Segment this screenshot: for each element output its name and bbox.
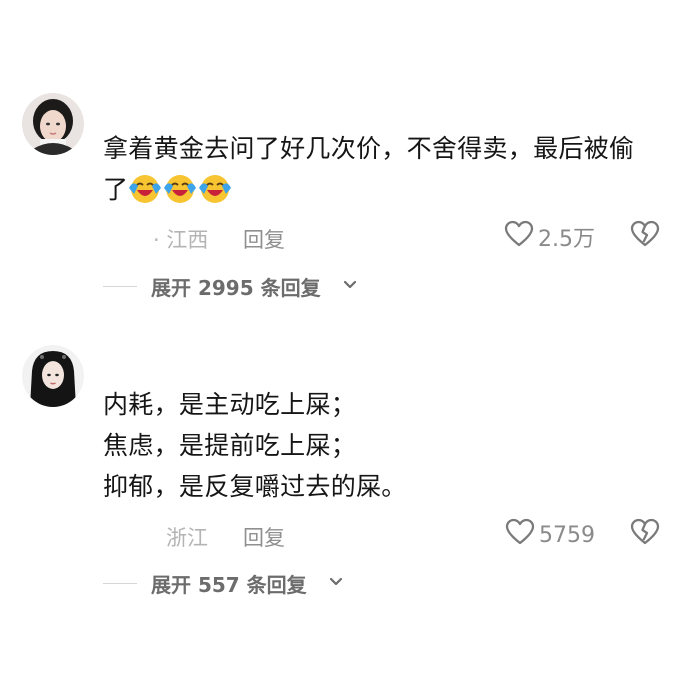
expand-replies-label: 展开 557 条回复 bbox=[151, 573, 307, 597]
location-label: · 江西 bbox=[153, 228, 209, 252]
comment-text-line: 拿着黄金去问了好几次价，不舍得卖，最后被偷 bbox=[103, 134, 635, 163]
broken-heart-icon bbox=[630, 518, 660, 551]
comment-item: 内耗，是主动吃上屎； 焦虑，是提前吃上屎； 抑郁，是反复嚼过去的屎。 浙江 回复… bbox=[0, 320, 690, 690]
comment-item: 拿着黄金去问了好几次价，不舍得卖，最后被偷 了 · 江西 回复 2.5万 展开 … bbox=[0, 0, 690, 320]
chevron-down-icon bbox=[343, 274, 357, 301]
emoji-group bbox=[128, 172, 232, 204]
crying-laugh-emoji-icon bbox=[163, 172, 197, 204]
avatar[interactable] bbox=[22, 93, 84, 155]
expand-replies-label: 展开 2995 条回复 bbox=[151, 276, 321, 300]
comment-meta: · 江西 回复 2.5万 bbox=[103, 220, 660, 254]
broken-heart-icon bbox=[630, 220, 660, 253]
expand-replies-button[interactable]: 展开 2995 条回复 bbox=[103, 271, 383, 301]
crying-laugh-emoji-icon bbox=[198, 172, 232, 204]
comment-text-line: 了 bbox=[103, 169, 673, 210]
chevron-down-icon bbox=[329, 571, 343, 598]
location-label: 浙江 bbox=[166, 526, 208, 550]
divider-dash bbox=[103, 583, 137, 584]
reply-button[interactable]: 回复 bbox=[243, 224, 285, 254]
crying-laugh-emoji-icon bbox=[128, 172, 162, 204]
reply-button[interactable]: 回复 bbox=[243, 522, 285, 552]
comment-text: 内耗，是主动吃上屎； 焦虑，是提前吃上屎； 抑郁，是反复嚼过去的屎。 bbox=[103, 384, 673, 507]
expand-replies-button[interactable]: 展开 557 条回复 bbox=[103, 568, 363, 598]
heart-outline-icon bbox=[504, 220, 534, 254]
like-count: 2.5万 bbox=[538, 227, 595, 252]
comment-text-line: 内耗，是主动吃上屎； bbox=[103, 390, 357, 419]
comment-text-line: 焦虑，是提前吃上屎； bbox=[103, 431, 357, 460]
heart-outline-icon bbox=[505, 518, 535, 552]
comment-meta: 浙江 回复 5759 bbox=[103, 518, 660, 552]
like-count: 5759 bbox=[539, 522, 595, 548]
avatar[interactable] bbox=[22, 345, 84, 407]
like-button[interactable]: 2.5万 bbox=[504, 220, 595, 254]
like-button[interactable]: 5759 bbox=[505, 518, 595, 552]
divider-dash bbox=[103, 286, 137, 287]
comment-text-line: 抑郁，是反复嚼过去的屎。 bbox=[103, 472, 407, 501]
dislike-button[interactable] bbox=[630, 518, 660, 551]
dislike-button[interactable] bbox=[630, 220, 660, 253]
comment-text-line-end: 了 bbox=[103, 175, 129, 204]
comment-text: 拿着黄金去问了好几次价，不舍得卖，最后被偷 了 bbox=[103, 128, 673, 210]
